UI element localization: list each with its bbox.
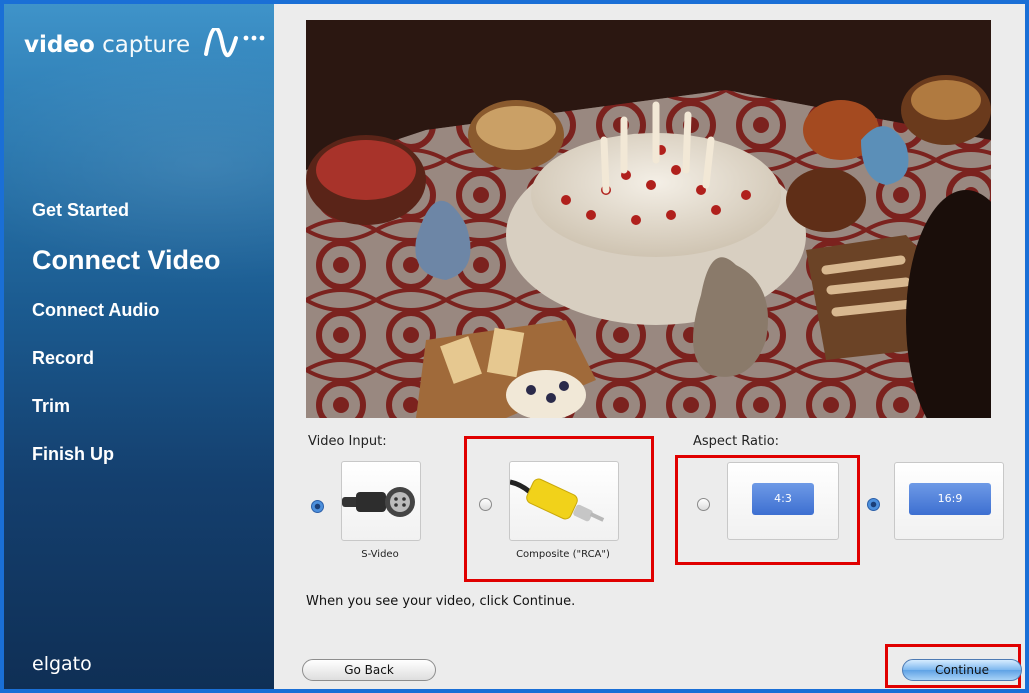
nav-finish-up[interactable]: Finish Up — [32, 441, 221, 489]
composite-tile[interactable] — [509, 461, 619, 541]
s-video-connector-icon — [342, 487, 415, 517]
s-video-label: S-Video — [361, 549, 399, 560]
nav-get-started[interactable]: Get Started — [32, 197, 221, 245]
nav-trim[interactable]: Trim — [32, 393, 221, 441]
nav-connect-video[interactable]: Connect Video — [32, 245, 221, 297]
ratio-4-3-tile[interactable]: 4:3 — [727, 462, 839, 540]
composite-radio[interactable] — [479, 498, 492, 511]
instruction-text: When you see your video, click Continue. — [306, 594, 576, 609]
wave-signal-icon — [204, 28, 265, 57]
ratio-16-9-tile[interactable]: 16:9 — [894, 462, 1004, 540]
s-video-radio[interactable] — [311, 500, 324, 513]
composite-label: Composite ("RCA") — [516, 549, 610, 560]
main-panel: Video Input: S-Video Composite ("RCA") A… — [274, 4, 1025, 689]
sidebar: video capture Get Started Connect Video … — [4, 4, 274, 689]
video-preview — [306, 20, 991, 418]
nav-connect-audio[interactable]: Connect Audio — [32, 297, 221, 345]
nav-record[interactable]: Record — [32, 345, 221, 393]
ratio-4-3-radio[interactable] — [697, 498, 710, 511]
s-video-tile[interactable] — [341, 461, 421, 541]
go-back-button[interactable]: Go Back — [302, 659, 436, 681]
continue-button[interactable]: Continue — [902, 659, 1022, 681]
vendor-logo: elgato — [32, 653, 92, 675]
ratio-4-3-badge: 4:3 — [752, 483, 814, 515]
app-logo: video capture — [24, 28, 265, 58]
ratio-16-9-radio[interactable] — [867, 498, 880, 511]
app-window: video capture Get Started Connect Video … — [0, 0, 1029, 693]
ratio-16-9-badge: 16:9 — [909, 483, 991, 515]
video-frame-image — [306, 20, 991, 418]
video-input-label: Video Input: — [308, 434, 387, 449]
aspect-ratio-label: Aspect Ratio: — [693, 434, 780, 449]
rca-connector-icon — [509, 478, 605, 522]
step-nav: Get Started Connect Video Connect Audio … — [32, 197, 221, 489]
brand-light: capture — [102, 32, 191, 58]
brand-bold: video — [24, 32, 95, 58]
